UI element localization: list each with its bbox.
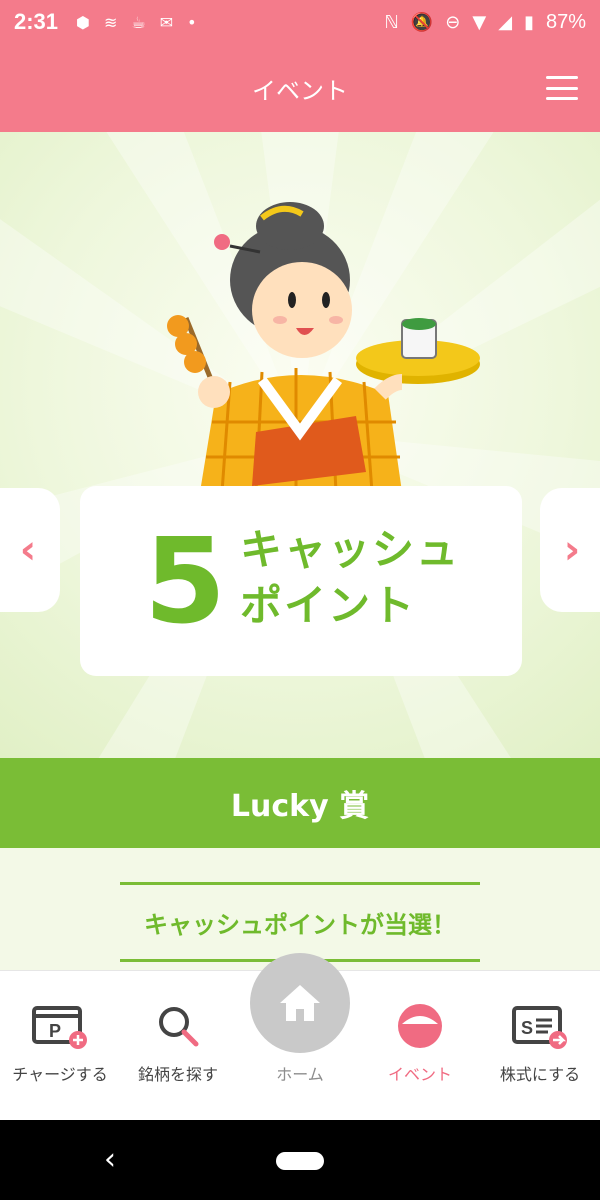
app-header: イベント (0, 44, 600, 132)
stock-icon: S (510, 1001, 570, 1051)
wifi-calling-icon: ≋ (104, 12, 118, 32)
result-message-box: キャッシュポイントが当選！ (120, 882, 480, 962)
nav-label-event: イベント (387, 1065, 452, 1084)
svg-text:P: P (49, 1021, 61, 1041)
bottom-navigation: P チャージする 銘柄を探す ホーム イベント S 株式にする (0, 953, 600, 1120)
result-band: Lucky 賞 (0, 758, 600, 848)
chevron-left-icon: ‹ (19, 527, 37, 573)
status-time: 2:31 (14, 9, 59, 34)
search-icon (148, 1001, 208, 1051)
system-navigation-bar: ‹ (0, 1120, 600, 1200)
status-bar: 2:31 ⬢ ≋ ☕ ✉ • ℕ 🔕 ⊖ ▼ ◢ ▮ 87% (0, 0, 600, 44)
cup-icon: ☕ (131, 12, 146, 32)
nav-item-search[interactable]: 銘柄を探す (118, 1001, 238, 1085)
app-notification-icon: ⬢ (76, 12, 91, 32)
nav-label-home: ホーム (276, 1065, 324, 1084)
battery-icon: ▮ (524, 11, 534, 33)
nav-label-stock: 株式にする (499, 1065, 581, 1084)
mascot-illustration (167, 202, 480, 492)
home-button[interactable] (250, 953, 350, 1053)
prize-amount: 5 (144, 512, 227, 650)
prize-label-line1: キャッシュ (240, 525, 461, 574)
next-prize-button[interactable]: › (540, 488, 600, 612)
nfc-icon: ℕ (384, 11, 399, 33)
prize-label-line2: ポイント (240, 581, 417, 630)
page-title: イベント (252, 76, 348, 105)
notification-icons: ⬢ ≋ ☕ ✉ • (76, 13, 197, 32)
previous-prize-button[interactable]: ‹ (0, 488, 60, 612)
back-icon[interactable]: ‹ (104, 1142, 116, 1177)
battery-percent: 87% (545, 10, 586, 33)
mail-icon: ✉ (159, 12, 174, 32)
nav-label-search: 銘柄を探す (137, 1065, 218, 1084)
system-status-icons: ℕ 🔕 ⊖ ▼ ◢ ▮ 87% (384, 11, 586, 34)
nav-item-stock[interactable]: S 株式にする (480, 1001, 600, 1085)
home-icon (280, 985, 320, 1021)
mute-icon: 🔕 (410, 11, 434, 33)
result-title: Lucky 賞 (230, 789, 370, 824)
charge-icon: P (30, 1001, 90, 1051)
wifi-icon: ▼ (472, 11, 487, 33)
prize-label: キャッシュ ポイント (240, 522, 460, 634)
nav-item-event[interactable]: イベント (360, 1001, 480, 1085)
chevron-right-icon: › (563, 527, 581, 573)
nav-label-charge: チャージする (12, 1065, 108, 1084)
dnd-icon: ⊖ (445, 11, 461, 33)
result-message: キャッシュポイントが当選！ (144, 910, 456, 939)
nav-item-charge[interactable]: P チャージする (0, 1001, 120, 1085)
hamburger-menu-icon[interactable] (546, 76, 578, 100)
prize-card: 5 キャッシュ ポイント (80, 486, 522, 676)
prize-hero: 5 キャッシュ ポイント ‹ › (0, 132, 600, 758)
event-icon (390, 1001, 450, 1051)
signal-icon: ◢ (498, 11, 513, 33)
home-pill-icon[interactable] (276, 1152, 324, 1170)
dot-icon: • (187, 12, 197, 32)
svg-text:S: S (521, 1018, 533, 1038)
